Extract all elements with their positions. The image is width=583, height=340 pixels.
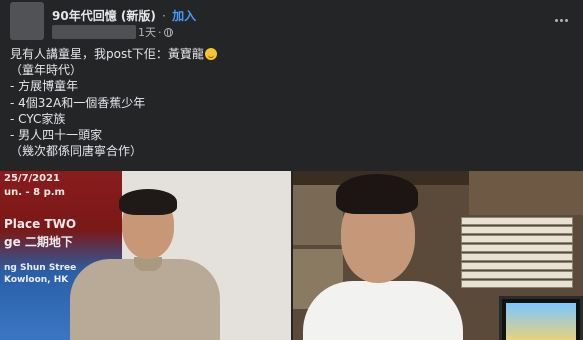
globe-icon [163, 27, 173, 37]
person-white-shirt [303, 281, 463, 340]
post-line: 見有人講童星，我post下佢：黃寶龍 [10, 46, 217, 62]
bookshelf-books [469, 171, 583, 215]
post-line: - 方展博童年 [10, 79, 79, 94]
group-name-link[interactable]: 90年代回憶 (新版) [52, 9, 156, 23]
tape [461, 262, 573, 270]
post-header-title: 90年代回憶 (新版) · 加入 [52, 7, 196, 24]
group-avatar[interactable] [10, 2, 44, 40]
poster-text: 25/7/2021 [4, 173, 61, 184]
person-shirt [70, 259, 220, 340]
tape [461, 235, 573, 243]
author-name-redacted[interactable] [52, 25, 136, 39]
post-line-text: 見有人講童星，我post下佢：黃寶龍 [10, 47, 204, 61]
post-line: （幾次都係同唐寧合作） [10, 144, 143, 159]
tape [461, 280, 573, 288]
more-options-button[interactable] [549, 10, 573, 30]
post-photo-left[interactable]: 25/7/2021 un. - 8 p.m Place TWO ge 二期地下 … [0, 171, 291, 340]
poster-text: Kowloon, HK [4, 275, 69, 285]
join-group-link[interactable]: 加入 [172, 9, 196, 23]
tape [461, 244, 573, 252]
person-collar [134, 257, 162, 271]
tape [461, 271, 573, 279]
tv-screen [506, 303, 576, 340]
post-timestamp[interactable]: 1天 [138, 24, 156, 40]
post-photo-right[interactable] [293, 171, 583, 340]
more-options-icon [554, 18, 558, 22]
post-line: - CYC家族 [10, 111, 66, 126]
person-hair [336, 174, 418, 214]
poster-text: un. - 8 p.m [4, 187, 65, 198]
post-meta: 1天 · [138, 24, 173, 40]
post-line: - 男人四十一頭家 [10, 128, 103, 143]
tape [461, 253, 573, 261]
post-line: - 4個32A和一個香蕉少年 [10, 95, 146, 110]
post-body-text: 見有人講童星，我post下佢：黃寶龍 （童年時代） - 方展博童年 - 4個32… [10, 46, 217, 159]
tape [461, 226, 573, 234]
grinning-face-emoji-icon [204, 48, 217, 60]
tape [461, 217, 573, 225]
more-options-dot [564, 18, 568, 22]
meta-separator: · [158, 25, 162, 39]
poster-text: Place TWO [4, 217, 77, 231]
facebook-post: 90年代回憶 (新版) · 加入 1天 · 見有人講童星，我post下佢：黃寶龍… [0, 0, 583, 340]
person-hair [119, 189, 177, 215]
poster-text: ge 二期地下 [4, 235, 73, 249]
header-separator: · [162, 9, 166, 23]
poster-text: ng Shun Stree [4, 263, 77, 273]
tv-monitor [499, 296, 583, 340]
more-options-dot [559, 18, 563, 22]
post-line: （童年時代） [10, 63, 83, 78]
